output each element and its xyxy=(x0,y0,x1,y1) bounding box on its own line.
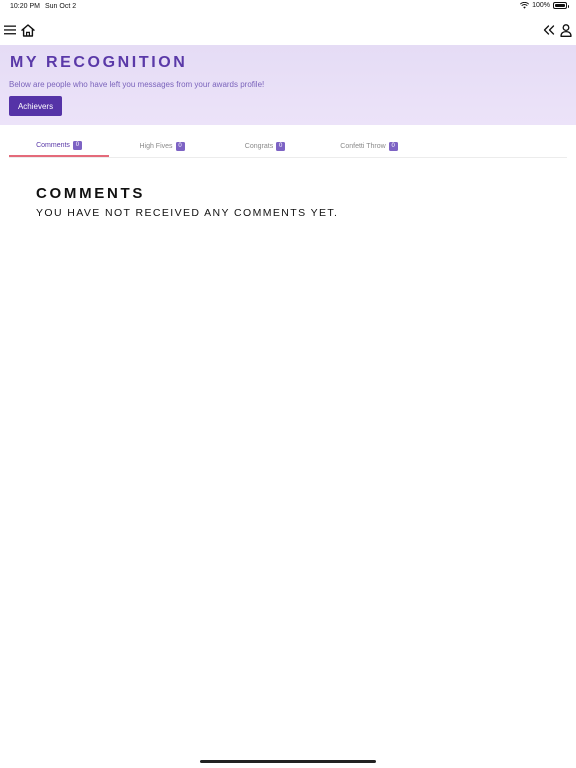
tab-confetti-throw-label: Confetti Throw xyxy=(340,143,386,150)
tab-congrats[interactable]: Congrats 0 xyxy=(215,136,315,157)
tab-comments-label: Comments xyxy=(36,142,70,149)
battery-icon xyxy=(553,2,569,9)
status-date: Sun Oct 2 xyxy=(45,3,77,10)
wifi-icon xyxy=(520,2,530,9)
tab-high-fives[interactable]: High Fives 0 xyxy=(112,136,212,157)
tab-high-fives-count: 0 xyxy=(175,142,185,151)
page-title: MY RECOGNITION xyxy=(10,54,188,71)
status-time: 10:20 PM xyxy=(10,3,40,10)
top-nav xyxy=(0,14,576,44)
tab-comments[interactable]: Comments 0 xyxy=(9,136,109,157)
double-chevron-left-icon[interactable] xyxy=(542,23,556,37)
home-icon[interactable] xyxy=(20,22,36,38)
tab-high-fives-label: High Fives xyxy=(139,143,173,150)
page-subtitle: Below are people who have left you messa… xyxy=(9,80,265,89)
tab-confetti-throw-count: 0 xyxy=(388,142,398,151)
tab-congrats-label: Congrats xyxy=(244,143,274,150)
comments-section-title: COMMENTS xyxy=(36,185,146,202)
battery-percent: 100% xyxy=(532,2,550,9)
hamburger-menu-icon[interactable] xyxy=(3,23,17,37)
recognition-header: MY RECOGNITION Below are people who have… xyxy=(0,45,576,125)
achievers-button[interactable]: Achievers xyxy=(9,96,62,116)
recognition-tabs: Comments 0 High Fives 0 Congrats 0 Confe… xyxy=(9,136,567,158)
status-right: 100% xyxy=(520,2,569,9)
user-profile-icon[interactable] xyxy=(559,22,573,38)
status-bar: 10:20 PM Sun Oct 2 100% xyxy=(0,0,576,14)
app-screen: 10:20 PM Sun Oct 2 100% MY RECOGNITION B… xyxy=(0,0,576,768)
empty-comments-message: YOU HAVE NOT RECEIVED ANY COMMENTS YET. xyxy=(36,207,339,219)
tab-confetti-throw[interactable]: Confetti Throw 0 xyxy=(319,136,419,157)
tab-comments-count: 0 xyxy=(72,141,82,150)
tab-congrats-count: 0 xyxy=(276,142,286,151)
home-indicator[interactable] xyxy=(200,760,376,763)
